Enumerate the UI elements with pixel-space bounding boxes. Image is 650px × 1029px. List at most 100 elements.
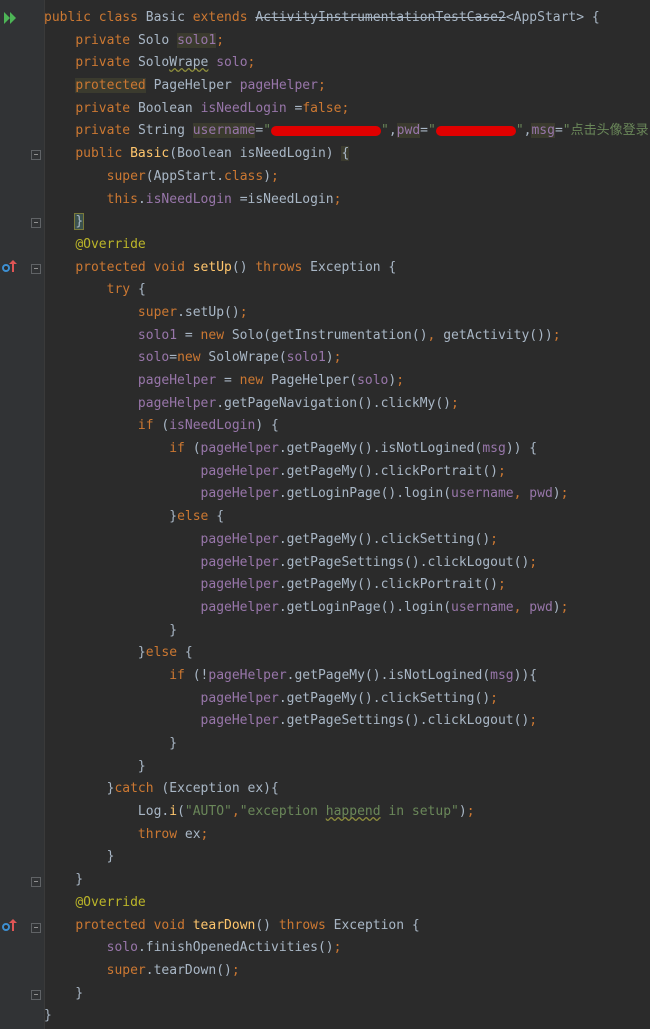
fold-icon[interactable] bbox=[31, 218, 41, 228]
code-line[interactable]: protected void setUp() throws Exception … bbox=[44, 257, 650, 280]
code-token: ) bbox=[325, 350, 334, 366]
code-lines[interactable]: public class Basic extends ActivityInstr… bbox=[44, 7, 650, 1028]
code-token: " bbox=[381, 123, 389, 139]
code-line[interactable]: this.isNeedLogin =isNeedLogin; bbox=[44, 189, 650, 212]
code-line[interactable]: @Override bbox=[44, 892, 650, 915]
code-token: ; bbox=[333, 350, 342, 366]
code-token: pageHelper bbox=[200, 441, 279, 457]
code-token: =isNeedLogin bbox=[239, 191, 334, 207]
code-line[interactable]: throw ex; bbox=[44, 824, 650, 847]
code-token: (Exception ex){ bbox=[161, 781, 279, 797]
code-token: .getPageSettings().clickLogout() bbox=[278, 554, 530, 570]
code-line[interactable]: } bbox=[44, 756, 650, 779]
code-line[interactable]: if (pageHelper.getPageMy().isNotLogined(… bbox=[44, 438, 650, 461]
code-line[interactable]: pageHelper = new PageHelper(solo); bbox=[44, 370, 650, 393]
code-token: isNeedLogin bbox=[145, 191, 240, 207]
code-line[interactable]: } bbox=[44, 211, 650, 234]
code-token: .getPageSettings().clickLogout() bbox=[278, 713, 530, 729]
code-line[interactable]: solo=new SoloWrape(solo1); bbox=[44, 347, 650, 370]
code-line[interactable]: protected PageHelper pageHelper; bbox=[44, 75, 650, 98]
code-line[interactable]: if (!pageHelper.getPageMy().isNotLogined… bbox=[44, 665, 650, 688]
fold-icon[interactable] bbox=[31, 264, 41, 274]
code-line[interactable]: try { bbox=[44, 279, 650, 302]
code-line[interactable]: Log.i("AUTO","exception happend in setup… bbox=[44, 801, 650, 824]
code-token: Wrape bbox=[169, 55, 209, 71]
code-line[interactable]: pageHelper.getPageMy().clickSetting(); bbox=[44, 529, 650, 552]
code-line[interactable]: protected void tearDown() throws Excepti… bbox=[44, 915, 650, 938]
fold-icon[interactable] bbox=[31, 877, 41, 887]
code-token: .getPageMy().clickSetting() bbox=[278, 690, 491, 706]
code-line[interactable]: }else { bbox=[44, 642, 650, 665]
code-line[interactable]: pageHelper.getPageSettings().clickLogout… bbox=[44, 552, 650, 575]
code-token: = bbox=[224, 373, 240, 388]
code-token: .finishOpenedActivities() bbox=[137, 940, 334, 956]
code-line[interactable]: pageHelper.getPageMy().clickPortrait(); bbox=[44, 574, 650, 597]
code-token: private bbox=[75, 123, 138, 139]
code-line[interactable]: } bbox=[44, 733, 650, 756]
code-line[interactable]: super.setUp(); bbox=[44, 302, 650, 325]
code-line[interactable]: private Solo solo1; bbox=[44, 30, 650, 53]
code-line[interactable]: pageHelper.getPageNavigation().clickMy()… bbox=[44, 393, 650, 416]
code-token: ; bbox=[200, 826, 209, 842]
code-line[interactable]: } bbox=[44, 869, 650, 892]
code-line[interactable]: } bbox=[44, 620, 650, 643]
code-line[interactable]: pageHelper.getLoginPage().login(username… bbox=[44, 483, 650, 506]
code-line[interactable]: super.tearDown(); bbox=[44, 960, 650, 983]
code-token: isNeedLogin bbox=[200, 100, 295, 116]
code-token: .setUp() bbox=[177, 304, 240, 320]
code-line[interactable]: super(AppStart.class); bbox=[44, 166, 650, 189]
code-line[interactable]: }else { bbox=[44, 506, 650, 529]
code-token: = bbox=[554, 123, 563, 139]
code-line[interactable]: if (isNeedLogin) { bbox=[44, 415, 650, 438]
code-token: ; bbox=[529, 713, 538, 729]
code-token: new bbox=[177, 350, 209, 366]
code-line[interactable]: public Basic(Boolean isNeedLogin) { bbox=[44, 143, 650, 166]
code-line[interactable]: private Boolean isNeedLogin =false; bbox=[44, 98, 650, 121]
code-token: } bbox=[44, 758, 146, 774]
code-line[interactable]: } bbox=[44, 846, 650, 869]
code-token: msg bbox=[482, 441, 506, 457]
code-line[interactable]: private String username=" ",pwd=" ",msg="点… bbox=[44, 120, 650, 143]
fold-icon[interactable] bbox=[31, 150, 41, 160]
code-line[interactable]: @Override bbox=[44, 234, 650, 257]
override-method-icon[interactable] bbox=[2, 919, 18, 935]
fold-icon[interactable] bbox=[31, 990, 41, 1000]
code-line[interactable]: pageHelper.getPageMy().clickSetting(); bbox=[44, 688, 650, 711]
code-token: extends bbox=[192, 10, 256, 25]
code-line[interactable]: solo.finishOpenedActivities(); bbox=[44, 937, 650, 960]
code-line[interactable]: private SoloWrape solo; bbox=[44, 52, 650, 75]
code-token: ActivityInstrumentationTestCase2 bbox=[255, 10, 506, 25]
code-token: = bbox=[184, 327, 201, 343]
code-line[interactable]: pageHelper.getLoginPage().login(username… bbox=[44, 597, 650, 620]
override-method-icon[interactable] bbox=[2, 260, 18, 276]
code-line[interactable]: pageHelper.getPageMy().clickPortrait(); bbox=[44, 461, 650, 484]
code-line[interactable]: public class Basic extends ActivityInstr… bbox=[44, 7, 650, 30]
code-line[interactable]: }catch (Exception ex){ bbox=[44, 778, 650, 801]
code-token: super bbox=[106, 168, 146, 184]
code-token: setUp bbox=[192, 259, 232, 275]
code-token: pageHelper bbox=[200, 531, 279, 547]
code-token: pageHelper bbox=[137, 373, 225, 388]
code-token: String bbox=[137, 123, 193, 139]
code-token: private bbox=[75, 100, 138, 116]
code-token: .getPageNavigation().clickMy() bbox=[216, 395, 452, 411]
code-line[interactable]: } bbox=[44, 983, 650, 1006]
code-line[interactable]: pageHelper.getPageSettings().clickLogout… bbox=[44, 710, 650, 733]
fold-icon[interactable] bbox=[31, 923, 41, 933]
run-test-class-icon[interactable] bbox=[4, 12, 18, 24]
code-token: Log. bbox=[137, 804, 170, 820]
code-editor[interactable]: public class Basic extends ActivityInstr… bbox=[0, 0, 650, 1029]
code-token: "AUTO" bbox=[184, 804, 232, 820]
code-line[interactable]: } bbox=[44, 1005, 650, 1028]
code-line[interactable]: solo1 = new Solo(getInstrumentation(), g… bbox=[44, 325, 650, 348]
